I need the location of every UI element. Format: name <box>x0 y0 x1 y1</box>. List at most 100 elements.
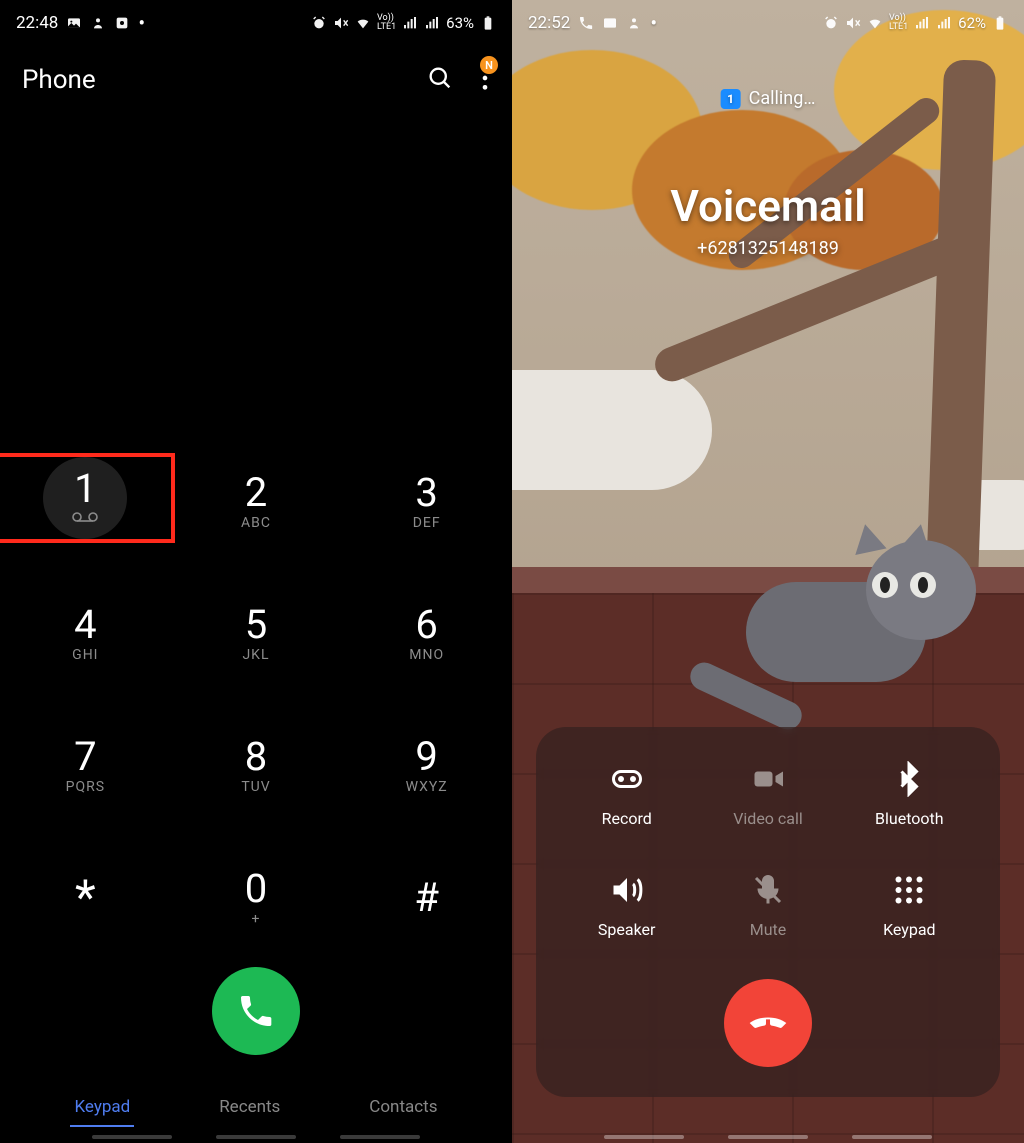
key-1-digit: 1 <box>74 469 96 509</box>
mute-button[interactable]: Mute <box>697 872 838 939</box>
tab-recents[interactable]: Recents <box>215 1089 284 1127</box>
key-5[interactable]: 5 JKL <box>171 589 342 679</box>
end-call-button[interactable] <box>724 979 812 1067</box>
call-notif-icon <box>578 15 594 31</box>
record-label: Record <box>602 809 652 828</box>
mute-icon <box>333 15 349 31</box>
volte-icon: Vo))LTE1 <box>889 14 908 32</box>
keypad-button[interactable]: Keypad <box>839 872 980 939</box>
keypad-label: Keypad <box>883 920 936 939</box>
key-2[interactable]: 2ABC <box>171 457 342 547</box>
dialer-screen: 22:48 • Vo))LTE1 63% Phone <box>0 0 512 1143</box>
calling-label: Calling… <box>749 88 816 109</box>
key-7[interactable]: 7PQRS <box>0 721 171 811</box>
end-call-icon <box>746 1001 790 1045</box>
key-6[interactable]: 6 MNO <box>341 589 512 679</box>
key-5-sub: JKL <box>242 647 269 663</box>
voicemail-icon <box>72 511 98 527</box>
nav-home[interactable] <box>728 1135 808 1139</box>
callee-name: Voicemail <box>512 180 1024 232</box>
bottom-tabs: Keypad Recents Contacts <box>0 1089 512 1127</box>
app-title: Phone <box>22 65 96 95</box>
key-3[interactable]: 3 DEF <box>341 457 512 547</box>
bluetooth-label: Bluetooth <box>875 809 944 828</box>
call-status: 1 Calling… <box>721 88 816 109</box>
key-0-sub: + <box>252 911 261 927</box>
signal2-icon <box>424 15 440 31</box>
key-4-digit: 4 <box>74 605 96 645</box>
wifi-icon <box>867 15 883 31</box>
callee-info: Voicemail +6281325148189 <box>512 180 1024 259</box>
nav-home[interactable] <box>216 1135 296 1139</box>
tab-keypad[interactable]: Keypad <box>70 1089 134 1127</box>
key-0-digit: 0 <box>245 869 267 909</box>
phone-icon <box>236 991 276 1031</box>
key-7-digit: 7 <box>74 737 96 777</box>
status-time: 22:48 <box>16 13 58 33</box>
battery-icon <box>480 15 496 31</box>
call-controls-panel: Record Video call Bluetooth Speaker Mute… <box>536 727 1000 1097</box>
more-menu-icon[interactable]: N <box>480 64 490 96</box>
signal-icon <box>914 15 930 31</box>
key-8-digit: 8 <box>245 737 267 777</box>
key-star[interactable]: * <box>0 853 171 943</box>
sim-badge: 1 <box>721 89 741 109</box>
video-label: Video call <box>733 809 803 828</box>
nav-back[interactable] <box>852 1135 932 1139</box>
key-6-sub: MNO <box>409 647 444 663</box>
speaker-icon <box>609 872 645 908</box>
key-2-digit: 2 <box>245 473 267 513</box>
key-hash[interactable]: # <box>341 853 512 943</box>
nav-recents[interactable] <box>604 1135 684 1139</box>
mute-mic-icon <box>750 872 786 908</box>
wifi-icon <box>355 15 371 31</box>
person-notif-icon <box>626 15 642 31</box>
key-4[interactable]: 4 GHI <box>0 589 171 679</box>
video-call-button[interactable]: Video call <box>697 761 838 828</box>
key-0[interactable]: 0+ <box>171 853 342 943</box>
dialpad: 1 2ABC 3 DEF 4 GHI 5 JKL 6 MNO 7PQRS 8 TUV 9 W… <box>0 457 512 943</box>
volte-icon: Vo))LTE1 <box>377 14 396 32</box>
cat-illustration <box>746 540 1006 690</box>
speaker-label: Speaker <box>598 920 656 939</box>
mute-label: Mute <box>750 920 787 939</box>
person-notif-icon <box>90 15 106 31</box>
signal2-icon <box>936 15 952 31</box>
key-1[interactable]: 1 <box>0 453 175 543</box>
battery-text: 62% <box>958 14 986 32</box>
alarm-icon <box>823 15 839 31</box>
call-button[interactable] <box>212 967 300 1055</box>
battery-text: 63% <box>446 14 474 32</box>
key-9-digit: 9 <box>415 737 437 777</box>
app-header: Phone N <box>0 46 512 104</box>
alarm-icon <box>311 15 327 31</box>
key-8-sub: TUV <box>241 779 270 795</box>
key-9[interactable]: 9 WXYZ <box>341 721 512 811</box>
key-5-digit: 5 <box>245 605 267 645</box>
battery-icon <box>992 15 1008 31</box>
key-6-digit: 6 <box>415 605 437 645</box>
call-screen: 22:52 • Vo))LTE1 62% 1 Calling… Voicemai… <box>512 0 1024 1143</box>
nav-bar <box>0 1135 512 1143</box>
nav-back[interactable] <box>340 1135 420 1139</box>
bluetooth-button[interactable]: Bluetooth <box>839 761 980 828</box>
signal-icon <box>402 15 418 31</box>
status-time: 22:52 <box>528 13 570 33</box>
settings-notif-icon <box>114 15 130 31</box>
nav-bar <box>512 1135 1024 1143</box>
search-icon[interactable] <box>426 64 454 96</box>
speaker-button[interactable]: Speaker <box>556 872 697 939</box>
key-3-sub: DEF <box>413 515 441 531</box>
image-notif-icon <box>66 15 82 31</box>
nav-recents[interactable] <box>92 1135 172 1139</box>
tab-contacts[interactable]: Contacts <box>365 1089 441 1127</box>
key-3-digit: 3 <box>415 473 437 513</box>
status-bar: 22:52 • Vo))LTE1 62% <box>512 0 1024 46</box>
callee-number: +6281325148189 <box>512 238 1024 259</box>
mute-icon <box>845 15 861 31</box>
image-notif-icon <box>602 15 618 31</box>
record-button[interactable]: Record <box>556 761 697 828</box>
key-9-sub: WXYZ <box>406 779 448 795</box>
key-8[interactable]: 8 TUV <box>171 721 342 811</box>
key-4-sub: GHI <box>72 647 98 663</box>
